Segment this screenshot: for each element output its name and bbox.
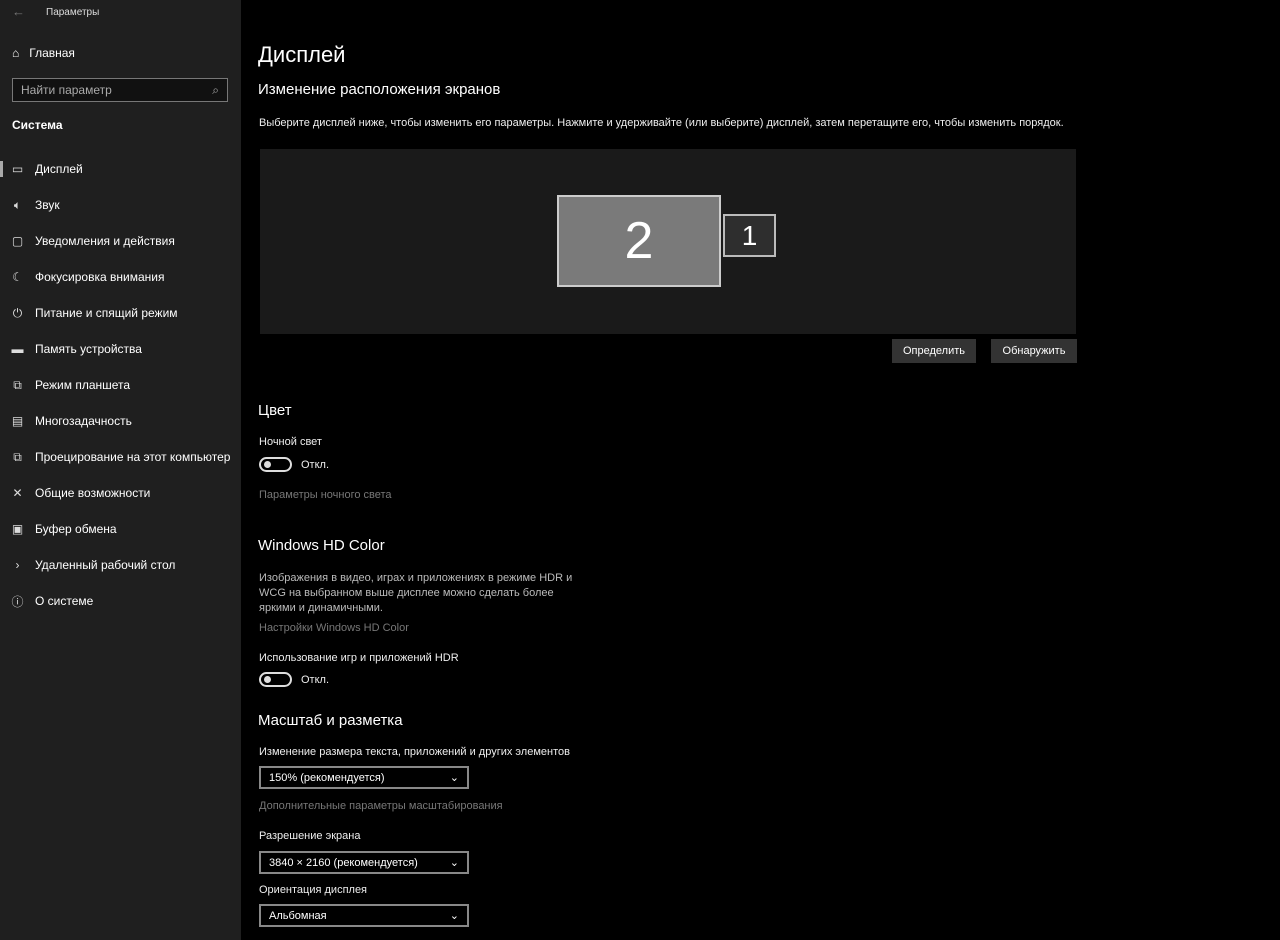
sidebar-item-label: Многозадачность bbox=[35, 414, 132, 428]
sidebar-item-label: Память устройства bbox=[35, 342, 142, 356]
monitor-2[interactable]: 2 bbox=[557, 195, 721, 287]
identify-button[interactable]: Определить bbox=[892, 339, 976, 363]
hd-color-settings-link[interactable]: Настройки Windows HD Color bbox=[259, 622, 409, 634]
hd-desc-2: WCG на выбранном выше дисплее можно сдел… bbox=[259, 587, 554, 599]
sidebar-item[interactable]: ▬ Память устройства bbox=[0, 331, 241, 367]
monitor-icon: ▭ bbox=[11, 162, 24, 176]
sidebar: ← Параметры ⌂ Главная Найти параметр ⌕ Сис… bbox=[0, 0, 241, 940]
arrange-heading: Изменение расположения экранов bbox=[258, 81, 501, 98]
sidebar-item[interactable]: ⏻ Питание и спящий режим bbox=[0, 295, 241, 331]
section-heading: Система bbox=[12, 118, 63, 132]
sidebar-item-label: Дисплей bbox=[35, 162, 83, 176]
home-label: Главная bbox=[29, 46, 75, 60]
resolution-value: 3840 × 2160 (рекомендуется) bbox=[269, 856, 418, 869]
orientation-label: Ориентация дисплея bbox=[259, 884, 368, 896]
night-light-toggle[interactable] bbox=[259, 457, 292, 472]
night-light-settings-link[interactable]: Параметры ночного света bbox=[259, 489, 392, 501]
moon-icon: ☾ bbox=[12, 270, 23, 284]
advanced-scaling-link[interactable]: Дополнительные параметры масштабирования bbox=[259, 800, 503, 812]
sidebar-item-label: Звук bbox=[35, 198, 60, 212]
night-light-state: Откл. bbox=[301, 459, 330, 471]
hdr-toggle[interactable] bbox=[259, 672, 292, 687]
night-light-label: Ночной свет bbox=[259, 436, 322, 448]
home-icon: ⌂ bbox=[12, 46, 20, 60]
hd-desc-3: яркими и динамичными. bbox=[259, 602, 383, 614]
monitor-1[interactable]: 1 bbox=[723, 214, 776, 257]
sidebar-item[interactable]: ⧉ Режим планшета bbox=[0, 367, 241, 403]
sidebar-item[interactable]: ⓘ О системе bbox=[0, 583, 241, 619]
search-input[interactable]: Найти параметр ⌕ bbox=[12, 78, 228, 102]
search-icon: ⌕ bbox=[212, 82, 219, 97]
sidebar-item[interactable]: ▣ Буфер обмена bbox=[0, 511, 241, 547]
chevron-down-icon: ⌄ bbox=[449, 772, 459, 784]
scale-heading: Масштаб и разметка bbox=[258, 712, 403, 729]
sidebar-item-label: Фокусировка внимания bbox=[35, 270, 165, 284]
sidebar-item[interactable]: › Удаленный рабочий стол bbox=[0, 547, 241, 583]
sidebar-item[interactable]: ☾ Фокусировка внимания bbox=[0, 259, 241, 295]
remote-icon: › bbox=[15, 558, 20, 572]
storage-icon: ▬ bbox=[11, 342, 24, 356]
sidebar-item[interactable]: ⧉ Проецирование на этот компьютер bbox=[0, 439, 241, 475]
hdr-label: Использование игр и приложений HDR bbox=[259, 652, 459, 664]
sidebar-home[interactable]: ⌂ Главная bbox=[12, 46, 75, 60]
sidebar-item[interactable]: ✕ Общие возможности bbox=[0, 475, 241, 511]
hd-desc-1: Изображения в видео, играх и приложениях… bbox=[259, 572, 573, 584]
speaker-icon: 🔈︎ bbox=[13, 197, 22, 212]
tablet-icon: ⧉ bbox=[13, 377, 22, 392]
scale-value: 150% (рекомендуется) bbox=[269, 771, 385, 784]
chevron-down-icon: ⌄ bbox=[449, 857, 459, 869]
shared-icon: ✕ bbox=[12, 486, 23, 500]
notification-icon: ▢ bbox=[11, 234, 24, 248]
scale-label: Изменение размера текста, приложений и д… bbox=[259, 746, 570, 758]
sidebar-item-label: Общие возможности bbox=[35, 486, 151, 500]
sidebar-item-label: Режим планшета bbox=[35, 378, 131, 392]
resolution-label: Разрешение экрана bbox=[259, 830, 361, 842]
page-title: Дисплей bbox=[258, 42, 346, 67]
sidebar-item[interactable]: ▭ Дисплей bbox=[0, 151, 241, 187]
sidebar-item[interactable]: ▤ Многозадачность bbox=[0, 403, 241, 439]
app-title: Параметры bbox=[46, 7, 100, 18]
sidebar-item-label: Буфер обмена bbox=[35, 522, 117, 536]
resolution-dropdown[interactable]: 3840 × 2160 (рекомендуется) ⌄ bbox=[259, 851, 469, 874]
sidebar-item-label: О системе bbox=[35, 594, 94, 608]
power-icon: ⏻ bbox=[12, 305, 23, 320]
detect-button[interactable]: Обнаружить bbox=[991, 339, 1077, 363]
arrange-desc: Выберите дисплей ниже, чтобы изменить ег… bbox=[259, 117, 1064, 129]
chevron-down-icon: ⌄ bbox=[449, 910, 459, 922]
sidebar-item-label: Уведомления и действия bbox=[35, 234, 175, 248]
sidebar-item[interactable]: 🔈︎ Звук bbox=[0, 187, 241, 223]
search-placeholder: Найти параметр bbox=[21, 83, 112, 97]
scale-dropdown[interactable]: 150% (рекомендуется) ⌄ bbox=[259, 766, 469, 789]
sidebar-item-label: Проецирование на этот компьютер bbox=[35, 450, 231, 464]
sidebar-item[interactable]: ▢ Уведомления и действия bbox=[0, 223, 241, 259]
orientation-value: Альбомная bbox=[269, 909, 327, 922]
multitask-icon: ▤ bbox=[11, 414, 24, 428]
info-icon: ⓘ bbox=[11, 594, 24, 609]
clipboard-icon: ▣ bbox=[11, 522, 24, 536]
back-arrow-icon[interactable]: ← bbox=[12, 4, 25, 19]
project-icon: ⧉ bbox=[13, 449, 22, 464]
hdr-state: Откл. bbox=[301, 674, 330, 686]
sidebar-item-label: Питание и спящий режим bbox=[35, 306, 178, 320]
sidebar-item-label: Удаленный рабочий стол bbox=[35, 558, 176, 572]
hd-color-heading: Windows HD Color bbox=[258, 537, 385, 554]
orientation-dropdown[interactable]: Альбомная ⌄ bbox=[259, 904, 469, 927]
color-heading: Цвет bbox=[258, 402, 292, 419]
